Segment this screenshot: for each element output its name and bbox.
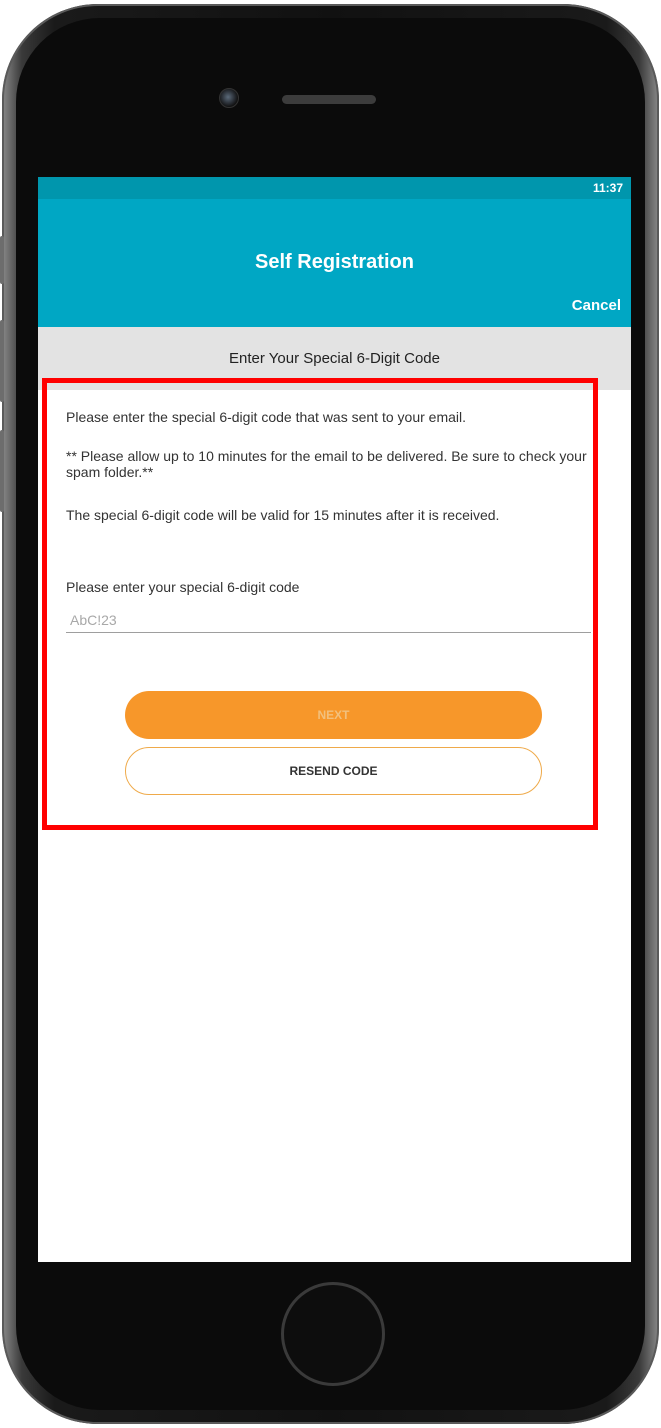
side-button-mute (0, 236, 4, 284)
instruction-sent-text: Please enter the special 6-digit code th… (66, 409, 466, 425)
cancel-button[interactable]: Cancel (572, 297, 621, 314)
page-title: Self Registration (255, 251, 414, 273)
status-bar: 11:37 (38, 177, 631, 199)
front-camera-icon (219, 88, 239, 108)
resend-code-button[interactable]: RESEND CODE (125, 747, 542, 795)
instruction-delivery-text: ** Please allow up to 10 minutes for the… (66, 448, 587, 480)
code-field-label: Please enter your special 6-digit code (66, 579, 300, 595)
side-button-volume-up (0, 320, 4, 402)
app-bar: Self Registration Cancel (38, 199, 631, 327)
next-button[interactable]: NEXT (125, 691, 542, 739)
instruction-validity-text: The special 6-digit code will be valid f… (66, 507, 500, 523)
side-button-volume-down (0, 430, 4, 512)
app-screen: 11:37 Self Registration Cancel Enter You… (38, 177, 631, 1262)
earpiece-speaker (282, 95, 376, 104)
section-header: Enter Your Special 6-Digit Code (38, 327, 631, 390)
status-time: 11:37 (592, 181, 623, 195)
home-button[interactable] (281, 1282, 385, 1386)
code-input[interactable] (66, 607, 591, 633)
